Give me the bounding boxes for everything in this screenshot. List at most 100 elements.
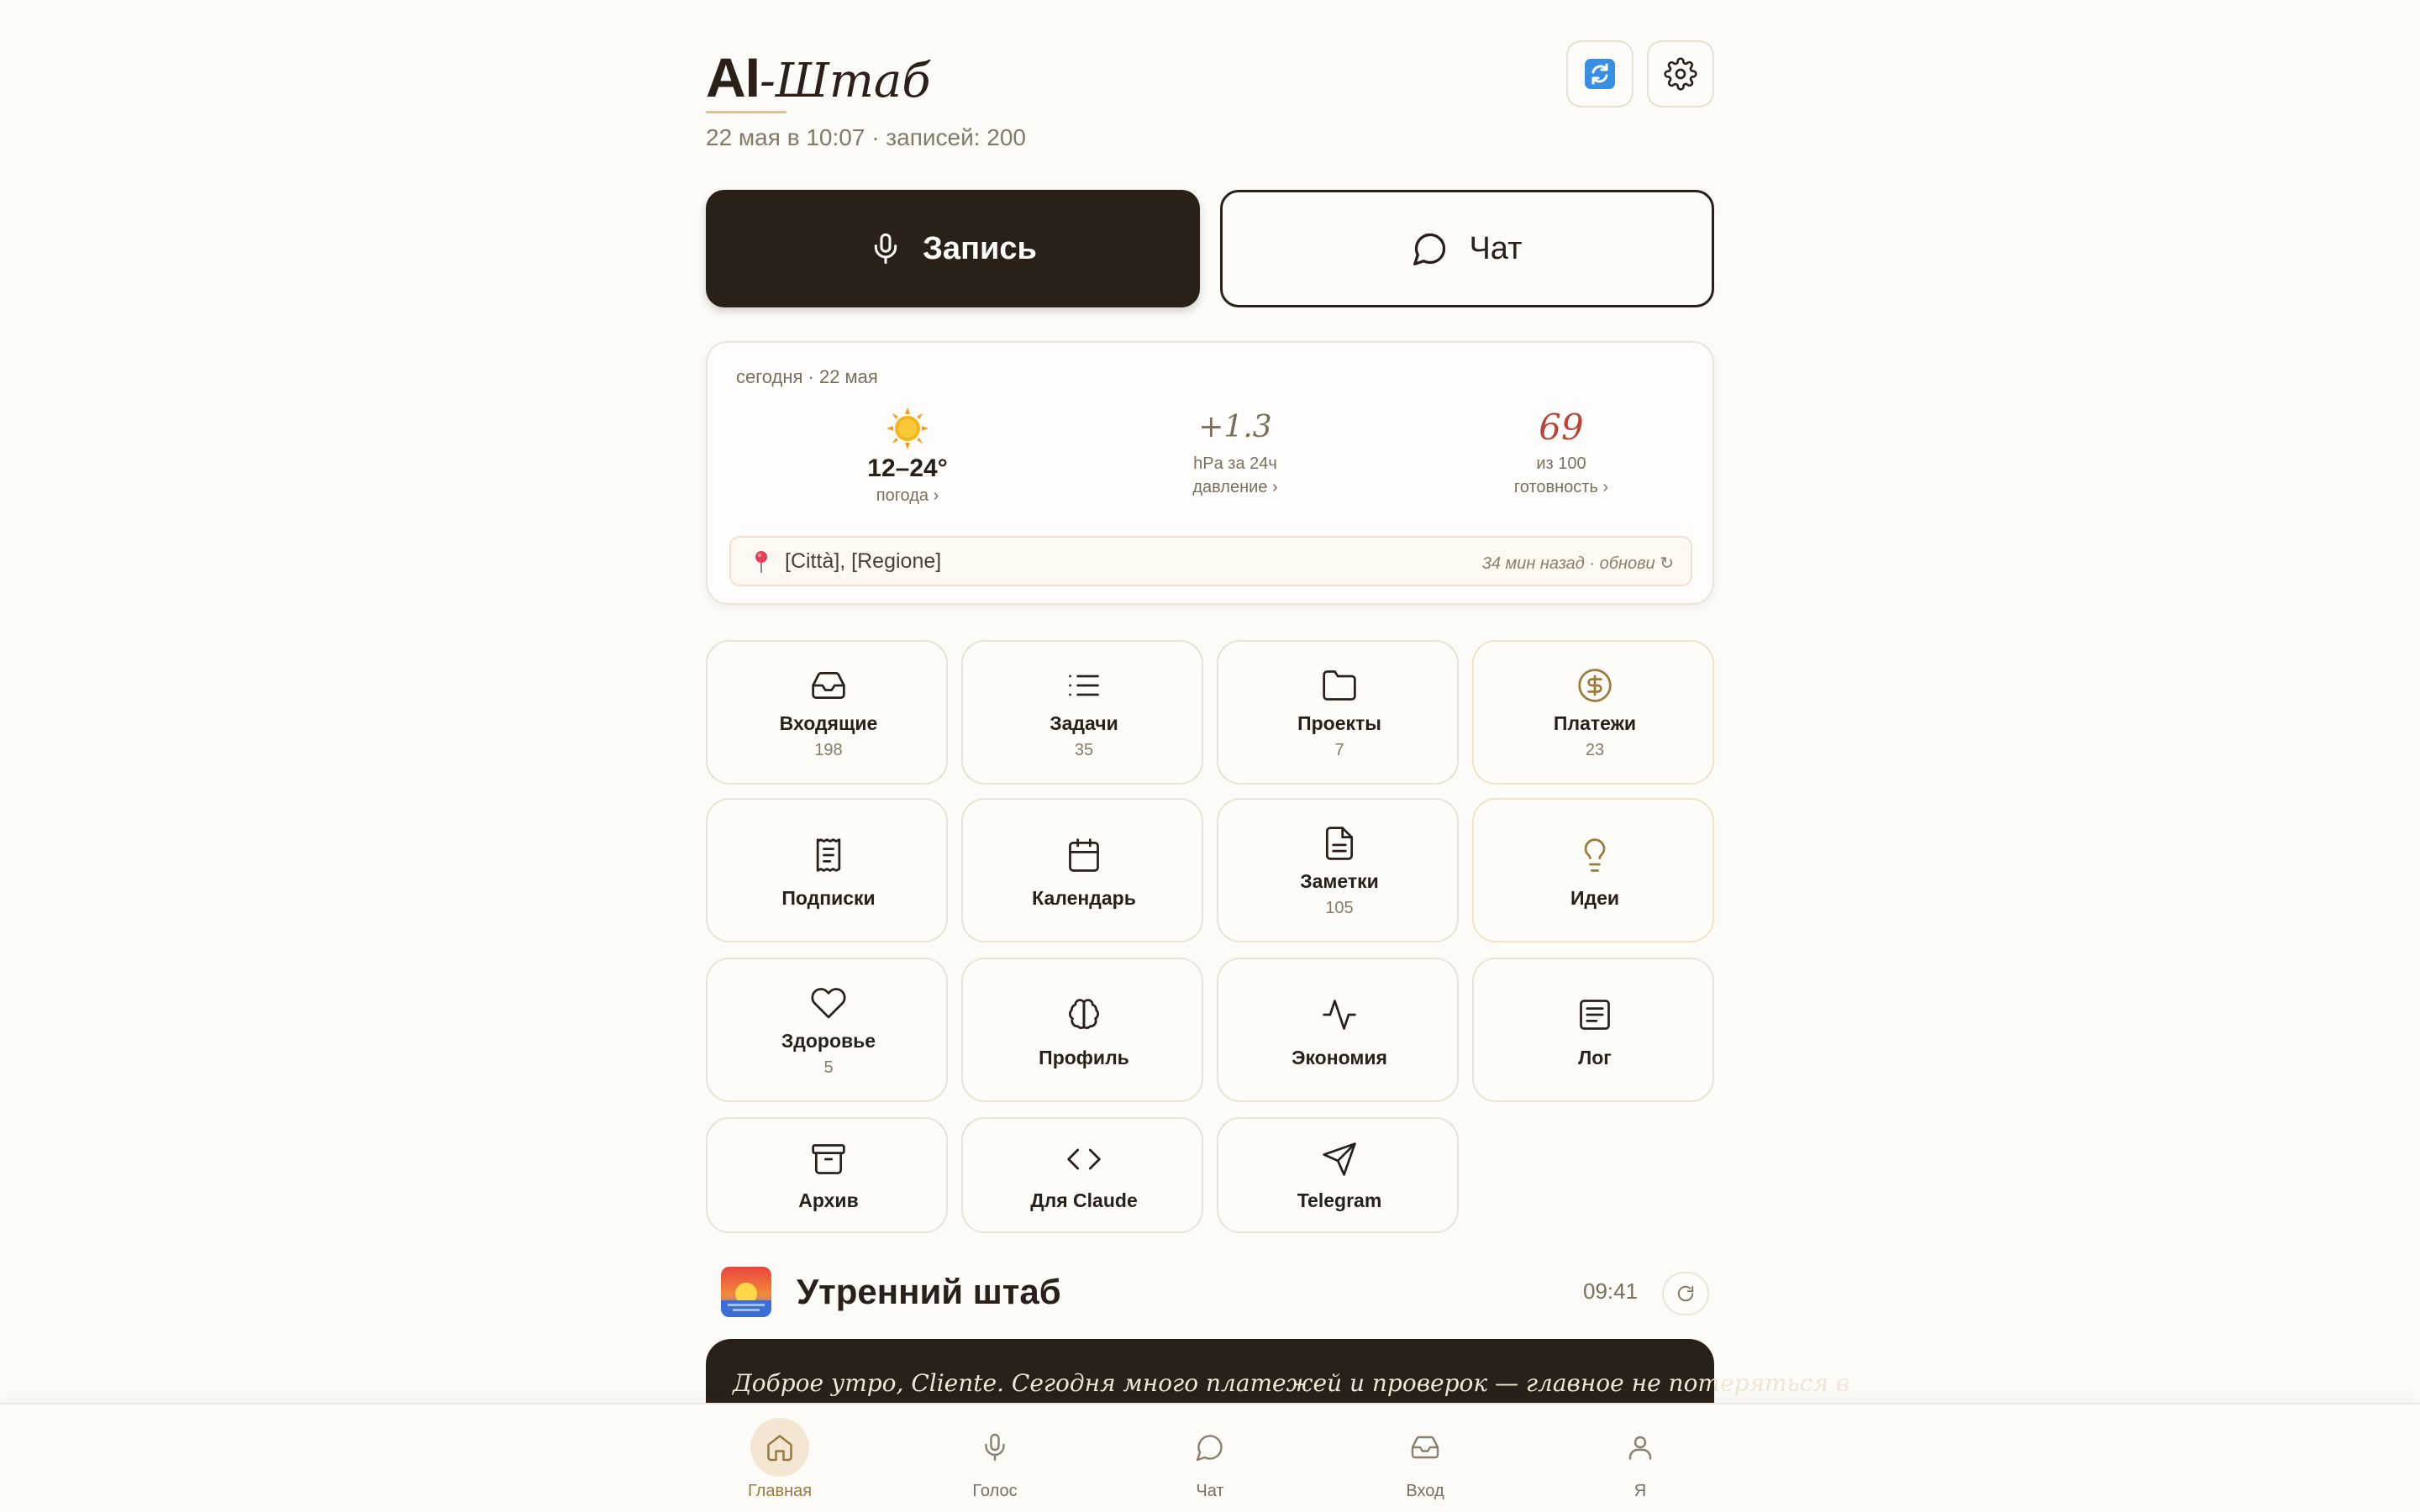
pressure-link[interactable]: давление › — [1109, 475, 1361, 499]
chat-bubble-icon — [1413, 233, 1446, 265]
readiness-widget[interactable]: 69 из 100 готовность › — [1435, 407, 1687, 499]
chat-button[interactable]: Чат — [1220, 190, 1714, 307]
tile-count: 5 — [823, 1058, 834, 1077]
chat-label: Чат — [1469, 230, 1523, 266]
tile-calendar[interactable]: Календарь — [961, 798, 1203, 942]
nav-item-inbox[interactable]: Вход — [1375, 1416, 1476, 1509]
heart-icon — [811, 988, 846, 1019]
tile-label: Задачи — [1050, 712, 1118, 734]
list-icon — [1069, 675, 1099, 696]
gear-icon — [1664, 57, 1697, 91]
lightbulb-icon — [1584, 838, 1606, 872]
readiness-link[interactable]: готовность › — [1435, 475, 1687, 499]
location-text: [Città], [Regione] — [785, 549, 942, 573]
receipt-icon — [816, 838, 841, 872]
refresh-icon — [1677, 1285, 1694, 1302]
chat-icon — [1196, 1435, 1223, 1462]
tile-profile[interactable]: Профиль — [961, 958, 1203, 1102]
tile-ideas[interactable]: Идеи — [1472, 798, 1714, 942]
header-subtitle: 22 мая в 10:07 · записей: 200 — [706, 124, 1026, 150]
tile-count: 198 — [814, 741, 843, 759]
nav-label: Вход — [1406, 1482, 1444, 1500]
bottom-nav: Главная Голос Чат Вход Я — [0, 1403, 2420, 1512]
app-title-ai: AI — [706, 46, 760, 108]
tile-label: Для Claude — [1030, 1189, 1138, 1211]
brain-icon — [1069, 999, 1099, 1030]
tile-count: 23 — [1585, 741, 1605, 759]
tile-label: Подписки — [781, 887, 876, 909]
home-screen: AI-Штаб 22 мая в 10:07 · записей: 200 За… — [706, 0, 1849, 1512]
tile-label: Архив — [798, 1189, 859, 1211]
tile-economy[interactable]: Экономия — [1217, 958, 1459, 1102]
tile-count: 105 — [1325, 899, 1354, 917]
tile-label: Здоровье — [781, 1030, 876, 1052]
tile-projects[interactable]: Проекты 7 — [1217, 640, 1459, 785]
today-label: сегодня · 22 мая — [736, 366, 878, 387]
record-label: Запись — [923, 230, 1037, 266]
morning-title: Утренний штаб — [797, 1272, 1061, 1311]
tile-telegram[interactable]: Telegram — [1217, 1117, 1459, 1233]
archive-icon — [812, 1144, 845, 1174]
tile-label: Идеи — [1570, 887, 1620, 909]
pressure-widget[interactable]: +1.3 hPa за 24ч давление › — [1109, 407, 1361, 499]
tile-inbox[interactable]: Входящие 198 — [706, 640, 948, 785]
tile-subscriptions[interactable]: Подписки — [706, 798, 948, 942]
folder-icon — [1323, 670, 1356, 701]
tile-notes[interactable]: Заметки 105 — [1217, 798, 1459, 942]
tile-for-claude[interactable]: Для Claude — [961, 1117, 1203, 1233]
location-bar[interactable]: [Città], [Regione] 34 мин назад · обнови… — [729, 536, 1692, 586]
refresh-button[interactable] — [1662, 1272, 1709, 1315]
tile-log[interactable]: Лог — [1472, 958, 1714, 1102]
title-underline — [706, 111, 786, 113]
nav-label: Главная — [747, 1482, 813, 1500]
nav-item-voice[interactable]: Голос — [944, 1416, 1045, 1509]
dollar-icon — [1578, 669, 1612, 702]
record-button[interactable]: Запись — [706, 190, 1200, 307]
inbox-icon — [1411, 1436, 1439, 1459]
sun-icon — [886, 407, 929, 450]
send-icon — [1323, 1142, 1356, 1176]
nav-label: Я — [1634, 1482, 1647, 1500]
user-icon — [1628, 1436, 1652, 1460]
header: AI-Штаб 22 мая в 10:07 · записей: 200 — [706, 40, 1714, 166]
mic-icon — [874, 233, 897, 265]
morning-text: Доброе утро, Cliente. Сегодня много плат… — [733, 1369, 1850, 1397]
app-title-rest: -Штаб — [760, 54, 931, 108]
settings-button[interactable] — [1647, 40, 1714, 108]
calendar-icon — [1069, 838, 1099, 872]
tile-count: 35 — [1074, 741, 1094, 759]
home-icon — [767, 1435, 792, 1462]
nav-label: Чат — [1196, 1482, 1224, 1500]
nav-label: Голос — [972, 1482, 1018, 1500]
tile-label: Заметки — [1300, 870, 1379, 892]
nav-item-me[interactable]: Я — [1590, 1416, 1691, 1509]
tile-label: Лог — [1578, 1047, 1612, 1068]
sync-button[interactable] — [1566, 40, 1634, 108]
activity-icon — [1323, 1000, 1356, 1030]
code-icon — [1067, 1148, 1101, 1170]
tile-label: Проекты — [1297, 712, 1381, 734]
tile-count: 7 — [1334, 741, 1344, 759]
tile-label: Календарь — [1032, 887, 1136, 909]
pressure-value: +1.3 — [1198, 410, 1272, 444]
pin-icon — [755, 551, 767, 573]
inbox-icon — [812, 671, 845, 700]
tile-label: Входящие — [779, 712, 878, 734]
nav-item-home[interactable]: Главная — [729, 1416, 830, 1509]
today-card: сегодня · 22 мая 12–24° погода › +1.3 hP… — [706, 341, 1714, 605]
tile-label: Профиль — [1039, 1047, 1129, 1068]
nav-item-chat[interactable]: Чат — [1160, 1416, 1260, 1509]
tile-archive[interactable]: Архив — [706, 1117, 948, 1233]
weather-link[interactable]: погода › — [781, 484, 1034, 507]
note-icon — [1325, 827, 1354, 860]
tile-label: Telegram — [1297, 1189, 1382, 1211]
tile-label: Платежи — [1553, 712, 1637, 734]
location-refresh[interactable]: 34 мин назад · обнови ↻ — [1482, 553, 1674, 574]
tile-payments[interactable]: Платежи 23 — [1472, 640, 1714, 785]
tile-label: Экономия — [1292, 1047, 1387, 1068]
tile-health[interactable]: Здоровье 5 — [706, 958, 948, 1102]
tile-tasks[interactable]: Задачи 35 — [961, 640, 1203, 785]
mic-icon — [985, 1433, 1005, 1462]
sync-icon — [1585, 59, 1615, 89]
weather-widget[interactable]: 12–24° погода › — [781, 407, 1034, 507]
